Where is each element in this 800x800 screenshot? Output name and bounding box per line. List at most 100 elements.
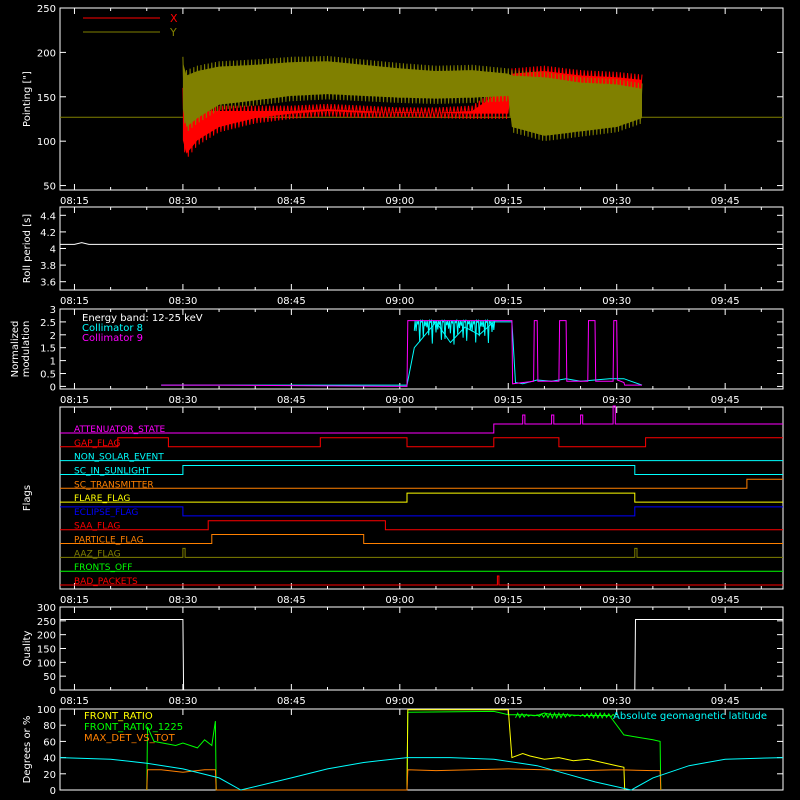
y-tick-label: 3.6 xyxy=(40,278,56,289)
ratios-legend-label: MAX_DET_VS_TOT xyxy=(84,733,176,744)
flag-trace xyxy=(60,405,783,434)
x-tick-label: 09:45 xyxy=(711,296,740,307)
y-axis-label: Pointing ["] xyxy=(22,71,33,127)
modulation-legend-label: Collimator 9 xyxy=(82,333,143,344)
flag-label: NON_SOLAR_EVENT xyxy=(74,453,164,463)
flag-gap-flag: GAP_FLAG xyxy=(60,437,783,449)
flag-saa-flag: SAA_FLAG xyxy=(60,520,783,532)
flag-sc-in-sunlight: SC_IN_SUNLIGHT xyxy=(60,465,783,476)
y-tick-label: 1.5 xyxy=(40,344,56,355)
collimator-9-line xyxy=(161,320,642,387)
y-axis-label: Flags xyxy=(22,485,33,511)
y-tick-label: 200 xyxy=(37,48,56,59)
pointing-panel: 08:15 08:30 08:45 09:00 09:15 09:30 09:45 50 100… xyxy=(22,4,784,207)
x-tick-label: 09:45 xyxy=(711,595,740,606)
flags-panel: 08:15 08:30 08:45 09:00 09:15 09:30 09:45 Flags… xyxy=(22,405,784,606)
y-tick-label: 3 xyxy=(50,305,56,316)
x-tick-label: 09:30 xyxy=(602,196,631,207)
y-tick-label: 200 xyxy=(37,631,56,642)
y-tick-label: 20 xyxy=(43,770,56,781)
flag-trace xyxy=(60,437,783,448)
flag-label: ECLIPSE_FLAG xyxy=(74,508,138,518)
quicklook-figure: 08:15 08:30 08:45 09:00 09:15 09:30 09:45 50 100… xyxy=(10,4,784,797)
x-tick-label: 08:15 xyxy=(60,696,89,707)
y-tick-label: 4 xyxy=(50,245,56,256)
flag-trace xyxy=(60,492,783,503)
modulation-panel: 08:15 08:30 08:45 09:00 09:15 09:30 09:45 00.5 1… xyxy=(10,305,784,406)
flag-trace xyxy=(60,465,783,475)
y-tick-label: 300 xyxy=(37,603,56,614)
flag-flare-flag: FLARE_FLAG xyxy=(60,492,783,504)
flag-eclipse-flag: ECLIPSE_FLAG xyxy=(60,506,783,518)
ratios-legend: FRONT_RATIOFRONT_RATIO_1225MAX_DET_VS_TO… xyxy=(84,711,183,744)
x-tick-label: 09:00 xyxy=(385,296,414,307)
x-tick-label: 09:15 xyxy=(494,696,523,707)
front-ratio-line xyxy=(406,709,626,791)
x-tick-label: 09:30 xyxy=(602,696,631,707)
ratios-panel: 0 20 40 60 80 100 Degrees or % FRONT_RATIOFRONT… xyxy=(22,705,784,797)
x-tick-label: 09:15 xyxy=(494,296,523,307)
x-tick-label: 09:30 xyxy=(602,395,631,406)
x-tick-label: 09:45 xyxy=(711,696,740,707)
pointing-series-y xyxy=(182,55,643,141)
modulation-legend: Energy band: 12-25 keVCollimator 8Collim… xyxy=(82,313,203,344)
y-tick-label: 150 xyxy=(37,645,56,656)
x-tick-label: 09:00 xyxy=(385,595,414,606)
y-axis-label: Degrees or % xyxy=(22,716,33,784)
y-axis-label: Quality xyxy=(22,631,33,667)
x-tick-label: 08:15 xyxy=(60,395,89,406)
flag-trace xyxy=(60,547,783,558)
flag-attenuator-state: ATTENUATOR_STATE xyxy=(60,405,783,435)
flag-trace xyxy=(60,520,783,531)
x-tick-label: 09:00 xyxy=(385,196,414,207)
legend-label-x: X xyxy=(170,12,178,25)
x-tick-label: 08:45 xyxy=(277,395,306,406)
x-tick-label: 08:15 xyxy=(60,595,89,606)
flag-sc-transmitter: SC_TRANSMITTER xyxy=(60,478,783,490)
x-tick-label: 08:30 xyxy=(168,595,197,606)
flag-aaz-flag: AAZ_FLAG xyxy=(60,547,783,559)
y-tick-label: 100 xyxy=(37,658,56,669)
plot-frame xyxy=(59,406,784,590)
y-tick-label: 250 xyxy=(37,4,56,15)
x-tick-label: 08:30 xyxy=(168,196,197,207)
x-tick-label: 08:45 xyxy=(277,296,306,307)
x-tick-label: 08:30 xyxy=(168,296,197,307)
x-tick-label: 09:30 xyxy=(602,595,631,606)
y-tick-label: 0 xyxy=(50,786,56,797)
flag-label: PARTICLE_FLAG xyxy=(74,536,144,546)
x-tick-label: 09:15 xyxy=(494,196,523,207)
y-tick-label: 80 xyxy=(43,721,56,732)
y-axis-label-line: modulation xyxy=(21,321,32,378)
max-det-vs-tot-line xyxy=(146,768,662,791)
roll-panel: 08:15 08:30 08:45 09:00 09:15 09:30 09:45 3.6 3.… xyxy=(22,206,784,307)
x-tick-label: 09:30 xyxy=(602,296,631,307)
flag-fronts-off: FRONTS_OFF xyxy=(60,563,783,573)
geomagnetic-latitude-line xyxy=(59,757,784,791)
x-tick-label: 08:30 xyxy=(168,395,197,406)
collimator-8-line xyxy=(161,321,643,386)
pointing-legend: XY xyxy=(83,12,178,39)
roll-period-line xyxy=(60,242,783,245)
flag-label: SAA_FLAG xyxy=(74,522,120,532)
x-tick-label: 08:15 xyxy=(60,196,89,207)
y-tick-label: 40 xyxy=(43,754,56,765)
flag-non-solar-event: NON_SOLAR_EVENT xyxy=(60,453,783,463)
flag-particle-flag: PARTICLE_FLAG xyxy=(60,534,783,546)
y-axis-label: Roll period [s] xyxy=(22,214,33,283)
front-ratio-1225-line xyxy=(146,710,662,791)
y-tick-label: 50 xyxy=(43,182,56,193)
flag-trace xyxy=(60,575,783,586)
y-tick-label: 50 xyxy=(43,672,56,683)
x-tick-label: 08:45 xyxy=(277,595,306,606)
x-tick-label: 08:45 xyxy=(277,696,306,707)
y-tick-label: 4.4 xyxy=(40,211,56,222)
plot-frame xyxy=(59,206,784,291)
ratios-legend-label: FRONT_RATIO_1225 xyxy=(84,722,183,733)
y-tick-label: 100 xyxy=(37,705,56,716)
x-tick-label: 09:45 xyxy=(711,395,740,406)
y-tick-label: 0 xyxy=(50,686,56,697)
x-tick-label: 08:15 xyxy=(60,296,89,307)
geomagnetic-latitude-annotation: Absolute geomagnetic latitude xyxy=(613,711,767,722)
x-tick-label: 09:45 xyxy=(711,196,740,207)
